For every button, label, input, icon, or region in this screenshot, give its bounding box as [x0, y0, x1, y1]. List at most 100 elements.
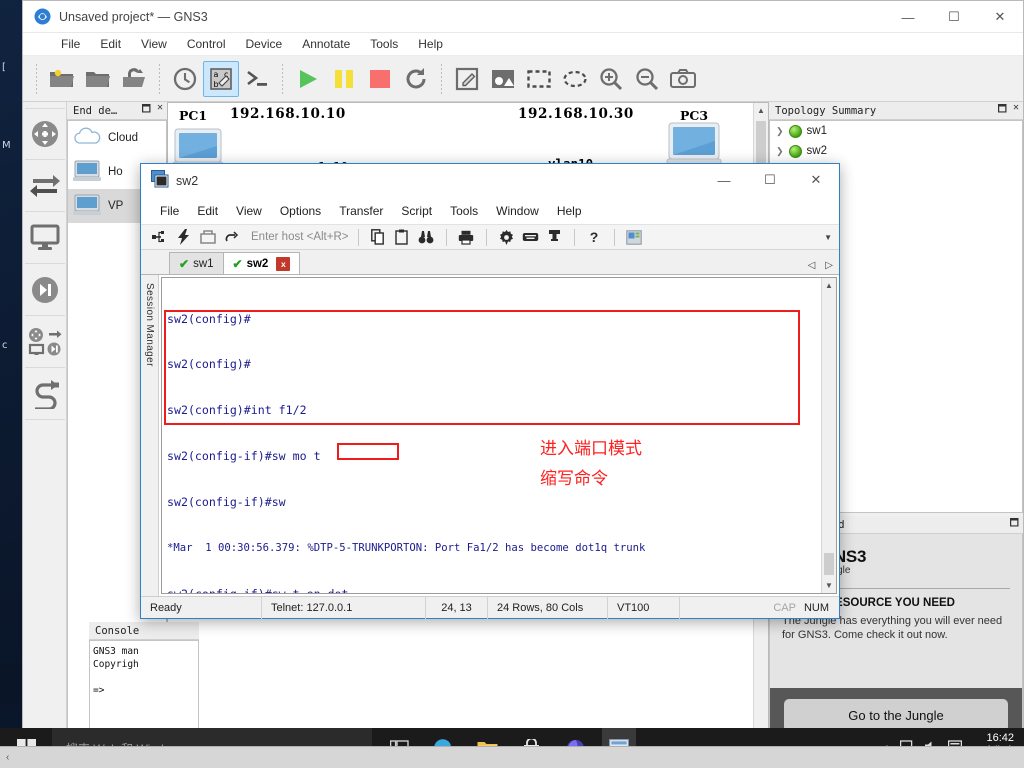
suspend-all-button[interactable]: [326, 61, 362, 97]
crt-menu-edit[interactable]: Edit: [188, 201, 227, 221]
chevron-right-icon[interactable]: ❯: [776, 126, 784, 137]
securecrt-window: sw2 — ☐ ✕ File Edit View Options Transfe…: [140, 163, 840, 619]
scroll-left-icon[interactable]: ‹: [6, 752, 9, 763]
end-devices-category[interactable]: [24, 212, 65, 264]
scroll-up-icon[interactable]: ▲: [822, 278, 836, 293]
securecrt-tabbar: ✔ sw1 ✔ sw2 x ◁ ▷: [141, 250, 839, 275]
status-num: NUM: [803, 601, 829, 614]
host-input[interactable]: Enter host <Alt+R>: [251, 231, 349, 243]
terminal-line: sw2(config-if)#sw mo t: [167, 449, 321, 464]
menu-control[interactable]: Control: [177, 35, 236, 53]
copy-icon[interactable]: [368, 227, 389, 248]
tab-prev-button[interactable]: ◁: [808, 260, 816, 271]
desktop-mark-3: c: [2, 340, 8, 351]
screenshot-button[interactable]: [665, 61, 701, 97]
gns3-close-button[interactable]: ✕: [977, 1, 1023, 33]
draw-ellipse-button[interactable]: [557, 61, 593, 97]
printer-icon[interactable]: [456, 227, 477, 248]
security-devices-category[interactable]: [24, 264, 65, 316]
reconnect-icon[interactable]: [221, 227, 242, 248]
restore-icon[interactable]: 🗖: [141, 102, 151, 119]
crt-menu-file[interactable]: File: [151, 201, 188, 221]
tab-sw1[interactable]: ✔ sw1: [169, 252, 224, 274]
session-manager-tab[interactable]: Session Manager: [141, 275, 159, 596]
routers-category[interactable]: [24, 108, 65, 160]
terminal-area[interactable]: sw2(config)# sw2(config)# sw2(config)#in…: [161, 277, 837, 594]
chat-icon[interactable]: [544, 227, 565, 248]
zoom-in-button[interactable]: [593, 61, 629, 97]
securecrt-minimize-button[interactable]: —: [701, 164, 747, 196]
crt-menu-script[interactable]: Script: [392, 201, 441, 221]
add-note-button[interactable]: acb: [203, 60, 239, 97]
tab-next-button[interactable]: ▷: [825, 260, 833, 271]
chevron-down-icon[interactable]: ▼: [824, 233, 832, 242]
lightning-icon[interactable]: [173, 227, 194, 248]
securecrt-titlebar: sw2 — ☐ ✕: [141, 164, 839, 198]
terminal-line: sw2(config-if)#sw: [167, 495, 286, 510]
tab-navigation: ◁ ▷: [808, 260, 833, 271]
paste-icon[interactable]: [392, 227, 413, 248]
scroll-down-icon[interactable]: ▼: [822, 578, 836, 593]
reload-all-button[interactable]: [398, 61, 434, 97]
console-line: GNS3 man: [93, 646, 139, 657]
desktop: [ M c Unsaved project* — GNS3 — ☐ ✕ File…: [0, 0, 1024, 768]
gns3-maximize-button[interactable]: ☐: [931, 1, 977, 33]
session-manager-icon[interactable]: [624, 227, 645, 248]
securecrt-close-button[interactable]: ✕: [793, 164, 839, 196]
menu-annotate[interactable]: Annotate: [292, 35, 360, 53]
crt-menu-options[interactable]: Options: [271, 201, 330, 221]
gns3-minimize-button[interactable]: —: [885, 1, 931, 33]
tab-close-button[interactable]: x: [276, 256, 291, 271]
gns3-device-bar: [23, 102, 67, 744]
zoom-out-button[interactable]: [629, 61, 665, 97]
menu-tools[interactable]: Tools: [360, 35, 408, 53]
gear-icon[interactable]: [496, 227, 517, 248]
desktop-bottom-scrollbar[interactable]: ‹: [0, 746, 1024, 768]
close-icon[interactable]: ✕: [1013, 102, 1019, 119]
console-all-button[interactable]: [239, 61, 275, 97]
list-item-cloud[interactable]: Cloud: [68, 121, 166, 155]
save-project-as-button[interactable]: [116, 61, 152, 97]
switches-category[interactable]: [24, 160, 65, 212]
crt-menu-transfer[interactable]: Transfer: [330, 201, 392, 221]
all-devices-category[interactable]: [24, 316, 65, 368]
crt-menu-tools[interactable]: Tools: [441, 201, 487, 221]
stop-all-button[interactable]: [362, 61, 398, 97]
add-link-category[interactable]: [24, 368, 65, 420]
scroll-up-icon[interactable]: ▲: [754, 103, 768, 118]
draw-rectangle-button[interactable]: [521, 61, 557, 97]
restore-icon[interactable]: 🗖: [997, 102, 1007, 119]
menu-file[interactable]: File: [51, 35, 90, 53]
open-project-button[interactable]: [80, 61, 116, 97]
start-all-button[interactable]: [290, 61, 326, 97]
close-icon[interactable]: ✕: [157, 102, 163, 119]
menu-help[interactable]: Help: [408, 35, 453, 53]
menu-edit[interactable]: Edit: [90, 35, 131, 53]
tab-sw2[interactable]: ✔ sw2 x: [222, 252, 301, 274]
connect-icon[interactable]: [149, 227, 170, 248]
list-item-label: VP: [108, 200, 124, 212]
restore-icon[interactable]: 🗖: [1010, 516, 1020, 533]
toolbar-separator: [282, 63, 283, 94]
menu-device[interactable]: Device: [236, 35, 293, 53]
keyboard-icon[interactable]: [520, 227, 541, 248]
add-text-note-button[interactable]: [449, 61, 485, 97]
scroll-thumb[interactable]: [824, 553, 834, 575]
menu-view[interactable]: View: [131, 35, 177, 53]
crt-menu-help[interactable]: Help: [548, 201, 591, 221]
topology-item-sw1[interactable]: ❯ sw1: [770, 121, 1022, 141]
canvas-node-pc3[interactable]: [666, 121, 722, 168]
tab-connect-icon[interactable]: [197, 227, 218, 248]
securecrt-maximize-button[interactable]: ☐: [747, 164, 793, 196]
topology-item-sw2[interactable]: ❯ sw2: [770, 141, 1022, 161]
crt-menu-view[interactable]: View: [227, 201, 271, 221]
snapshot-history-button[interactable]: [167, 61, 203, 97]
terminal-scrollbar[interactable]: ▲ ▼: [821, 278, 836, 593]
svg-text:a: a: [214, 70, 219, 79]
new-project-button[interactable]: [44, 61, 80, 97]
crt-menu-window[interactable]: Window: [487, 201, 548, 221]
chevron-right-icon[interactable]: ❯: [776, 146, 784, 157]
binoculars-icon[interactable]: [416, 227, 437, 248]
question-icon[interactable]: ?: [584, 227, 605, 248]
insert-image-button[interactable]: [485, 61, 521, 97]
